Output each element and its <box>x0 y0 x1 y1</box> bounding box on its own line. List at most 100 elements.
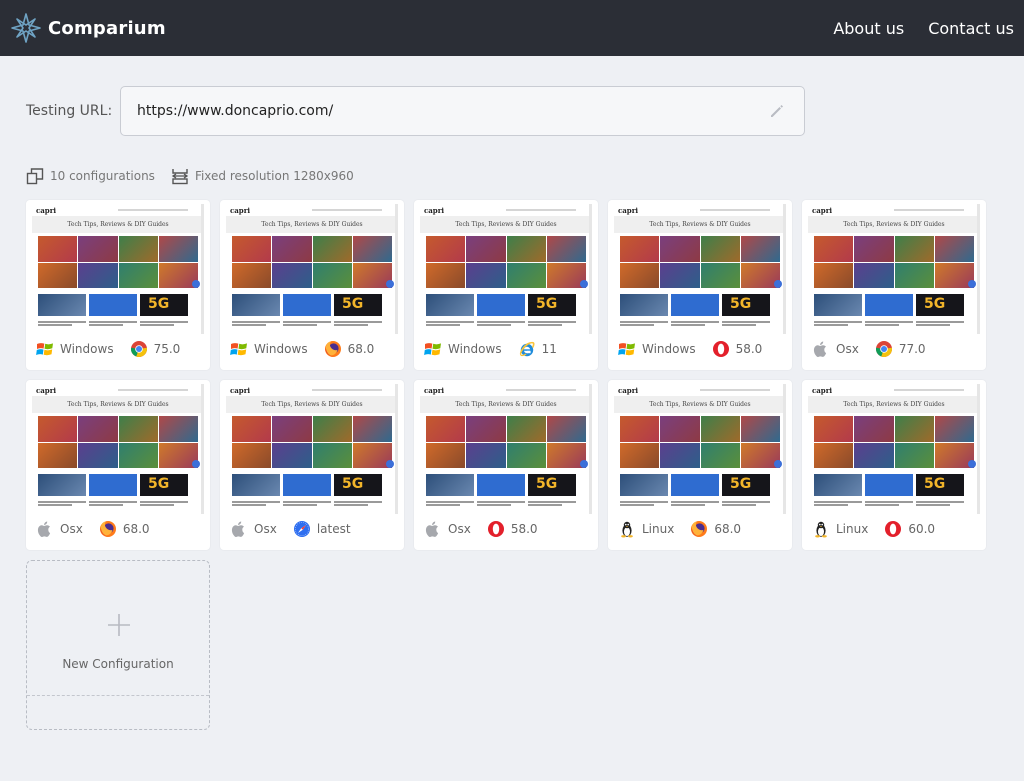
screenshot-thumbnail[interactable]: capri Tech Tips, Reviews & DIY Guides <box>414 380 598 514</box>
screenshot-thumbnail[interactable]: capri Tech Tips, Reviews & DIY Guides <box>220 380 404 514</box>
configuration-card-3[interactable]: capri Tech Tips, Reviews & DIY Guides 5G… <box>414 200 598 370</box>
windows-icon <box>230 343 247 356</box>
site-menu <box>506 209 576 211</box>
apple-icon <box>425 521 439 537</box>
website-screenshot: capri Tech Tips, Reviews & DIY Guides <box>614 204 786 334</box>
os-name: Linux <box>642 522 675 536</box>
hero-tile <box>118 262 158 288</box>
site-menu <box>312 389 382 391</box>
configuration-meta: Osx latest <box>220 514 404 544</box>
article-image <box>140 474 188 496</box>
opera-icon <box>487 521 504 537</box>
hero-tile <box>814 416 854 442</box>
screenshot-thumbnail[interactable]: capri Tech Tips, Reviews & DIY Guides <box>608 200 792 334</box>
site-article-titles <box>232 500 382 508</box>
hero-tile <box>78 262 118 288</box>
browser-version: 58.0 <box>735 342 763 356</box>
configuration-card-1[interactable]: capri Tech Tips, Reviews & DIY Guides 5G… <box>26 200 210 370</box>
site-chat-badge <box>386 460 394 468</box>
screenshot-thumbnail[interactable]: capri Tech Tips, Reviews & DIY Guides <box>220 200 404 334</box>
hero-tile <box>426 416 466 442</box>
site-hero-grid <box>426 236 586 288</box>
configuration-card-5[interactable]: capri Tech Tips, Reviews & DIY Guides 5G… <box>802 200 986 370</box>
article-image <box>671 474 719 496</box>
site-article-titles <box>620 320 770 328</box>
screenshot-scrollbar <box>783 204 786 334</box>
nav-about-us[interactable]: About us <box>833 19 904 38</box>
article-image <box>814 294 862 316</box>
article-image <box>426 294 474 316</box>
testing-url-label: Testing URL: <box>26 103 113 119</box>
hero-tile <box>620 262 660 288</box>
testing-url-input[interactable]: https://www.doncaprio.com/ <box>120 86 805 136</box>
hero-tile <box>854 236 894 262</box>
hero-tile <box>894 236 934 262</box>
nav-contact-us[interactable]: Contact us <box>928 19 1014 38</box>
screenshot-thumbnail[interactable]: capri Tech Tips, Reviews & DIY Guides <box>802 380 986 514</box>
site-article-images <box>620 294 770 316</box>
testing-url-value[interactable]: https://www.doncaprio.com/ <box>137 103 333 119</box>
hero-tile <box>312 442 352 468</box>
opera-icon <box>885 521 902 537</box>
site-article-images <box>814 474 964 496</box>
site-article-images <box>232 294 382 316</box>
configuration-card-4[interactable]: capri Tech Tips, Reviews & DIY Guides 5G… <box>608 200 792 370</box>
hero-tile <box>466 416 506 442</box>
site-chat-badge <box>386 280 394 288</box>
screenshot-thumbnail[interactable]: capri Tech Tips, Reviews & DIY Guides <box>802 200 986 334</box>
hero-tile <box>232 236 272 262</box>
screenshot-scrollbar <box>395 384 398 514</box>
configurations-grid: capri Tech Tips, Reviews & DIY Guides 5G… <box>26 200 986 550</box>
site-hero-grid <box>814 416 974 468</box>
site-logo: capri <box>230 206 251 215</box>
article-image <box>620 294 668 316</box>
site-menu <box>894 209 964 211</box>
site-logo: capri <box>424 386 445 395</box>
new-configuration-divider <box>27 695 209 696</box>
hero-tile <box>660 236 700 262</box>
new-configuration-button[interactable]: New Configuration <box>26 560 210 730</box>
safari-icon <box>293 521 310 537</box>
hero-tile <box>272 236 312 262</box>
site-menu <box>118 389 188 391</box>
configuration-card-2[interactable]: capri Tech Tips, Reviews & DIY Guides 5G… <box>220 200 404 370</box>
pencil-icon[interactable] <box>768 102 786 120</box>
site-article-images <box>426 474 576 496</box>
hero-tile <box>506 236 546 262</box>
screenshot-scrollbar <box>395 204 398 334</box>
hero-tile <box>312 262 352 288</box>
configuration-meta: Windows 68.0 <box>220 334 404 364</box>
article-image <box>426 474 474 496</box>
site-article-images <box>38 294 188 316</box>
configuration-card-10[interactable]: capri Tech Tips, Reviews & DIY Guides 5G… <box>802 380 986 550</box>
apple-icon <box>231 521 245 537</box>
hero-tile <box>894 442 934 468</box>
article-image <box>528 474 576 496</box>
screenshot-thumbnail[interactable]: capri Tech Tips, Reviews & DIY Guides <box>26 380 210 514</box>
screenshot-thumbnail[interactable]: capri Tech Tips, Reviews & DIY Guides <box>414 200 598 334</box>
hero-tile <box>700 416 740 442</box>
site-banner: Tech Tips, Reviews & DIY Guides <box>420 216 592 233</box>
configuration-card-9[interactable]: capri Tech Tips, Reviews & DIY Guides 5G… <box>608 380 792 550</box>
article-image <box>477 294 525 316</box>
site-article-titles <box>814 500 964 508</box>
os-name: Osx <box>60 522 83 536</box>
configuration-card-7[interactable]: capri Tech Tips, Reviews & DIY Guides 5G… <box>220 380 404 550</box>
site-banner: Tech Tips, Reviews & DIY Guides <box>226 396 398 413</box>
hero-tile <box>78 236 118 262</box>
website-screenshot: capri Tech Tips, Reviews & DIY Guides <box>420 384 592 514</box>
screenshot-thumbnail[interactable]: capri Tech Tips, Reviews & DIY Guides <box>608 380 792 514</box>
website-screenshot: capri Tech Tips, Reviews & DIY Guides <box>32 384 204 514</box>
hero-tile <box>38 236 78 262</box>
os-name: Windows <box>254 342 308 356</box>
screenshot-thumbnail[interactable]: capri Tech Tips, Reviews & DIY Guides <box>26 200 210 334</box>
hero-tile <box>78 442 118 468</box>
article-image <box>334 294 382 316</box>
hero-tile <box>312 416 352 442</box>
configuration-card-6[interactable]: capri Tech Tips, Reviews & DIY Guides 5G… <box>26 380 210 550</box>
apple-icon <box>813 341 827 357</box>
brand[interactable]: Comparium <box>10 12 166 44</box>
article-image <box>620 474 668 496</box>
configuration-card-8[interactable]: capri Tech Tips, Reviews & DIY Guides 5G… <box>414 380 598 550</box>
article-image <box>283 294 331 316</box>
